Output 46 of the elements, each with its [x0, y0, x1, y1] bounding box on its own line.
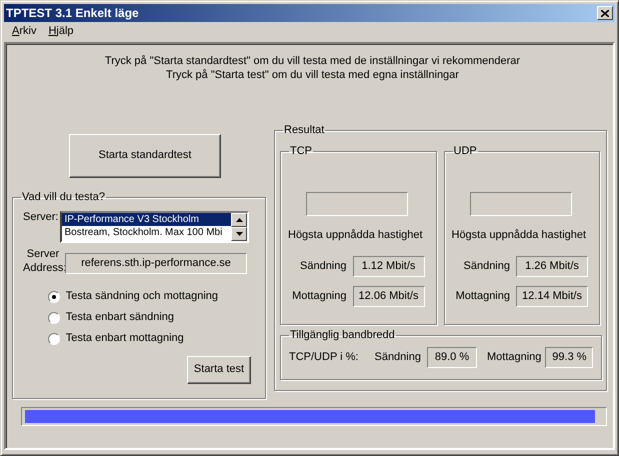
close-button[interactable]	[597, 6, 613, 20]
window-title: TPTEST 3.1 Enkelt läge	[6, 6, 139, 20]
send-value: 1.26 Mbit/s	[516, 256, 588, 278]
instruction-text: Tryck på "Starta test" om du vill testa med egna inställningar	[165, 68, 460, 82]
radio-button[interactable]	[48, 332, 60, 345]
start-standard-test-button[interactable]: Starta standardtest	[69, 134, 221, 178]
speed-heading: Högsta uppnådda hastighet	[288, 229, 424, 242]
send-label: Sändning	[374, 350, 421, 364]
group-label: Resultat	[283, 125, 326, 136]
menu-item[interactable]: Hjälp	[42, 24, 80, 40]
radio-option[interactable]: Testa enbart sändning	[48, 311, 259, 324]
close-icon	[601, 10, 609, 16]
receive-label: Mottagning	[292, 290, 346, 304]
radio-option[interactable]: Testa sändning och mottagning	[48, 290, 259, 304]
radio-option[interactable]: Testa enbart mottagning	[48, 332, 259, 346]
group-label: Tillgänglig bandbredd	[289, 330, 396, 341]
scroll-down-button[interactable]	[231, 227, 248, 241]
receive-value: 12.14 Mbit/s	[516, 286, 588, 308]
instruction-text: Tryck på "Starta standardtest" om du vill testa med de inställningar vi rekommenderar	[104, 54, 522, 68]
menu-item[interactable]: Arkiv	[6, 24, 42, 40]
bandwidth-label: TCP/UDP i %:	[289, 350, 358, 364]
receive-label: Mottagning	[486, 350, 542, 364]
radio-button[interactable]	[48, 290, 60, 303]
server-label: Server:	[23, 211, 58, 225]
send-percent-value: 89.0 %	[426, 347, 477, 368]
send-label: Sändning	[464, 260, 510, 274]
down-arrow-icon	[236, 232, 243, 236]
server-address-label: Server Address:	[23, 247, 63, 275]
server-list-item[interactable]: IP-Performance V3 Stockholm	[62, 213, 232, 226]
group-label: TCP	[289, 146, 313, 157]
radio-button[interactable]	[48, 312, 60, 324]
send-value: 1.12 Mbit/s	[352, 256, 424, 278]
start-test-button[interactable]: Starta test	[187, 356, 251, 384]
send-label: Sändning	[300, 260, 346, 274]
up-arrow-icon	[236, 218, 243, 222]
server-listbox[interactable]: IP-Performance V3 Stockholm Bostream, Stockholm. Max 100 Mbi	[60, 211, 250, 243]
receive-label: Mottagning	[456, 290, 510, 304]
speed-heading: Högsta uppnådda hastighet	[452, 229, 588, 242]
scroll-up-button[interactable]	[231, 213, 248, 227]
group-label: Vad vill du testa?	[21, 192, 106, 203]
server-list-item[interactable]: Bostream, Stockholm. Max 100 Mbi	[62, 226, 232, 239]
receive-value: 12.06 Mbit/s	[352, 286, 424, 308]
group-label: UDP	[452, 146, 478, 157]
scrollbar[interactable]	[231, 213, 248, 241]
receive-percent-value: 99.3 %	[545, 347, 594, 368]
server-address-field[interactable]: referens.sth.ip-performance.se	[65, 253, 247, 274]
